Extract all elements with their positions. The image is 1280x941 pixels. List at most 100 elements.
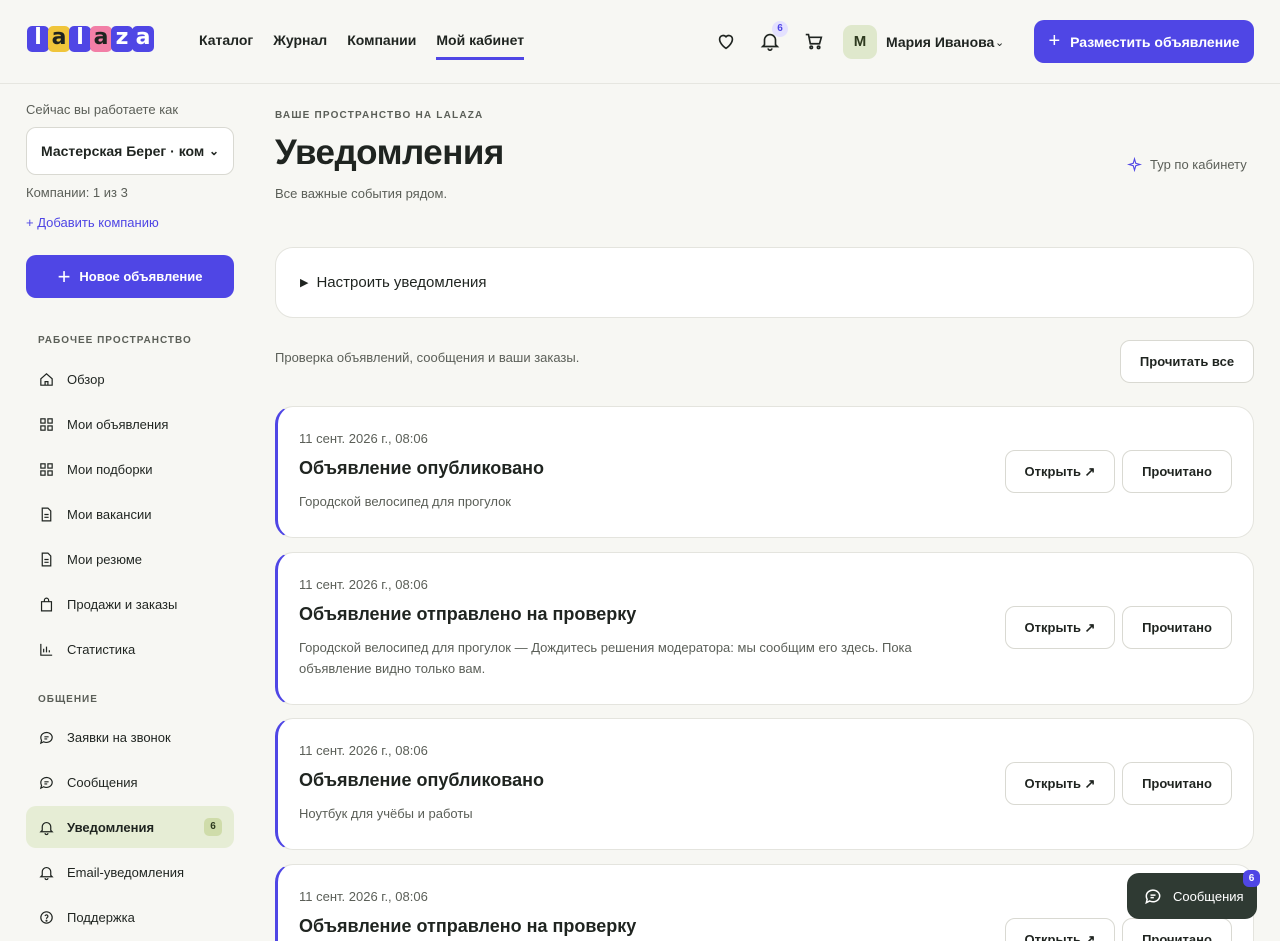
chevron-down-icon: ⌄ [208, 144, 219, 158]
sidebar-item-collections[interactable]: Мои подборки [26, 448, 234, 490]
top-header: l a l a z a Каталог Журнал Компании Мой … [0, 0, 1280, 84]
user-name[interactable]: Мария Иванова [886, 34, 994, 50]
open-button[interactable]: Открыть ↗ [1005, 762, 1115, 805]
bell-icon [39, 821, 54, 835]
notification-settings-toggle[interactable]: ▶ Настроить уведомления [275, 247, 1254, 318]
sidebar-item-statistics[interactable]: Статистика [26, 628, 234, 670]
sidebar-item-my-ads[interactable]: Мои объявления [26, 403, 234, 445]
sidebar-item-notifications[interactable]: Уведомления 6 [26, 806, 234, 848]
cabinet-tour-label: Тур по кабинету [1150, 157, 1247, 172]
sidebar-item-call-requests[interactable]: Заявки на звонок [26, 716, 234, 758]
nav-journal[interactable]: Журнал [273, 32, 327, 60]
grid-icon [40, 417, 53, 431]
logo-letter: z [111, 26, 133, 52]
open-button[interactable]: Открыть ↗ [1005, 450, 1115, 493]
notification-card: 11 сент. 2026 г., 08:06 Объявление опубл… [275, 406, 1254, 538]
notification-text: Городской велосипед для прогулок [299, 494, 511, 509]
notification-settings-label: Настроить уведомления [316, 274, 487, 291]
sidebar-item-label: Сообщения [67, 774, 138, 790]
sidebar-item-label: Уведомления [67, 819, 155, 835]
triangle-right-icon: ▶ [300, 277, 309, 289]
cabinet-tour-link[interactable]: Тур по кабинету [1127, 157, 1247, 172]
sidebar-item-vacancies[interactable]: Мои вакансии [26, 493, 234, 535]
sidebar-item-label: Продажи и заказы [67, 596, 178, 612]
company-select[interactable]: Мастерская Берег · ком ⌄ [26, 127, 234, 175]
notification-title: Объявление опубликовано [299, 458, 545, 478]
messages-floating-button[interactable]: Сообщения [1127, 873, 1257, 919]
mark-read-button[interactable]: Прочитано [1122, 762, 1232, 805]
nav-companies[interactable]: Компании [347, 32, 416, 60]
chevron-down-icon[interactable]: ⌄ [995, 36, 1004, 49]
notification-card: 11 сент. 2026 г., 08:06 Объявление отпра… [275, 552, 1254, 705]
logo-letter: l [27, 26, 49, 52]
notification-card: 11 сент. 2026 г., 08:06 Объявление отпра… [275, 864, 1254, 941]
sidebar-item-label: Мои резюме [67, 551, 142, 567]
mark-read-button[interactable]: Прочитано [1122, 918, 1232, 941]
logo-letter: a [90, 26, 112, 52]
sidebar-item-overview[interactable]: Обзор [26, 358, 234, 400]
notification-date: 11 сент. 2026 г., 08:06 [299, 431, 428, 446]
new-ad-label: Новое объявление [79, 269, 203, 284]
chart-icon [40, 643, 53, 656]
notification-date: 11 сент. 2026 г., 08:06 [299, 889, 428, 904]
open-button[interactable]: Открыть ↗ [1005, 918, 1115, 941]
company-select-value: Мастерская Берег · ком [41, 143, 205, 159]
new-ad-button[interactable]: + Новое объявление [26, 255, 234, 298]
notifications-badge: 6 [204, 818, 222, 836]
logo-letter: a [132, 26, 154, 52]
notification-date: 11 сент. 2026 г., 08:06 [299, 743, 428, 758]
plus-icon: + [1048, 30, 1061, 52]
cart-icon[interactable] [803, 30, 825, 52]
sidebar-item-label: Статистика [67, 641, 136, 657]
open-button[interactable]: Открыть ↗ [1005, 606, 1115, 649]
page-title: Уведомления [275, 133, 504, 172]
notification-date: 11 сент. 2026 г., 08:06 [299, 577, 428, 592]
sidebar-item-sales[interactable]: Продажи и заказы [26, 583, 234, 625]
sidebar-item-resumes[interactable]: Мои резюме [26, 538, 234, 580]
heart-icon[interactable] [715, 30, 737, 52]
document-icon [41, 552, 52, 566]
page-subtitle: Все важные события рядом. [275, 186, 448, 201]
avatar[interactable]: М [843, 25, 877, 59]
nav-catalog[interactable]: Каталог [199, 32, 253, 60]
sidebar-item-email-notifications[interactable]: Email-уведомления [26, 851, 234, 893]
sidebar-item-label: Email-уведомления [67, 864, 185, 880]
help-icon [40, 910, 53, 924]
companies-count: Компании: 1 из 3 [26, 185, 128, 200]
notification-title: Объявление отправлено на проверку [299, 604, 637, 624]
mark-read-button[interactable]: Прочитано [1122, 450, 1232, 493]
sidebar-item-support[interactable]: Поддержка [26, 896, 234, 938]
notification-text: Городской велосипед для прогулок — Дожди… [299, 640, 912, 676]
read-all-button[interactable]: Прочитать все [1120, 340, 1254, 383]
home-icon [40, 372, 53, 386]
notification-text: Ноутбук для учёбы и работы [299, 806, 473, 821]
feed-description: Проверка объявлений, сообщения и ваши за… [275, 350, 580, 365]
notification-card: 11 сент. 2026 г., 08:06 Объявление опубл… [275, 718, 1254, 850]
logo-letter: l [69, 26, 91, 52]
sidebar-item-messages[interactable]: Сообщения [26, 761, 234, 803]
lalaza-logo[interactable]: l a l a z a [27, 26, 154, 56]
notification-title: Объявление отправлено на проверку [299, 916, 637, 936]
bell-icon [39, 866, 54, 880]
sidebar-item-label: Обзор [67, 371, 105, 387]
sidebar-item-label: Мои подборки [67, 461, 153, 477]
mark-read-button[interactable]: Прочитано [1122, 606, 1232, 649]
notifications-count-badge: 6 [772, 21, 788, 37]
sidebar-item-label: Мои объявления [67, 416, 169, 432]
section-title-communication: ОБЩЕНИЕ [38, 694, 98, 705]
chat-icon [39, 776, 53, 789]
chat-icon [1145, 889, 1161, 905]
works-as-label: Сейчас вы работаете как [26, 102, 179, 117]
post-ad-button[interactable]: + Разместить объявление [1034, 20, 1254, 63]
document-icon [41, 507, 52, 521]
page-kicker: ВАШЕ ПРОСТРАНСТВО НА LALAZA [275, 110, 484, 121]
plus-icon: + [57, 263, 71, 289]
sidebar-item-label: Мои вакансии [67, 506, 152, 522]
post-ad-label: Разместить объявление [1070, 33, 1240, 50]
bag-icon [40, 597, 53, 611]
add-company-link[interactable]: + Добавить компанию [26, 215, 159, 230]
nav-my-cabinet[interactable]: Мой кабинет [436, 32, 525, 60]
messages-fab-label: Сообщения [1173, 888, 1244, 904]
section-title-workspace: РАБОЧЕЕ ПРОСТРАНСТВО [38, 335, 192, 346]
sidebar-item-label: Поддержка [67, 909, 135, 925]
